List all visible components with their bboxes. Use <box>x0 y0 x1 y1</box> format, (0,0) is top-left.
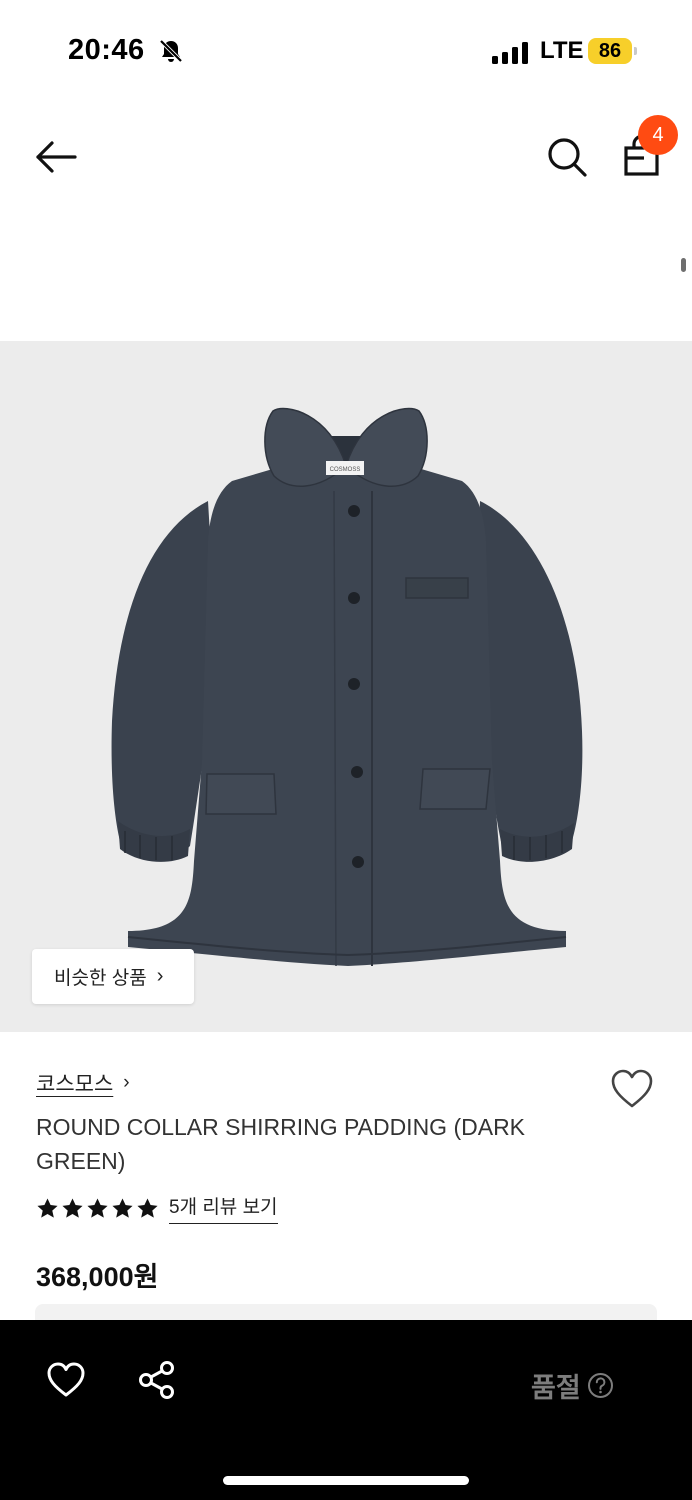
star-icon <box>62 1197 83 1218</box>
jacket-label: COSMOSS <box>330 467 361 473</box>
bottom-action-bar: 품절 <box>0 1320 692 1500</box>
home-indicator <box>223 1476 469 1485</box>
battery-level: 86 <box>598 40 622 62</box>
scroll-indicator <box>681 258 686 272</box>
similar-products-button[interactable]: 비슷한 상품 › <box>32 949 194 1004</box>
brand-name: 코스모스 <box>36 1073 114 1096</box>
search-icon[interactable] <box>545 135 589 179</box>
chevron-right-icon: › <box>123 1072 130 1093</box>
product-price: 368,000원 <box>36 1262 159 1292</box>
soldout-label: 품절 <box>531 1373 581 1403</box>
jacket-image: COSMOSS <box>111 407 583 967</box>
heart-icon[interactable] <box>609 1068 655 1110</box>
signal-icon <box>492 42 528 64</box>
network-type: LTE <box>540 37 584 64</box>
status-time: 20:46 <box>68 34 145 66</box>
share-icon[interactable] <box>137 1360 177 1400</box>
top-nav <box>0 100 692 210</box>
soldout-status: 품절 <box>531 1366 614 1405</box>
star-icon <box>37 1197 58 1218</box>
star-icon <box>137 1197 158 1218</box>
product-title: ROUND COLLAR SHIRRING PADDING (DARK GREE… <box>36 1114 526 1174</box>
heart-icon[interactable] <box>46 1360 86 1400</box>
back-arrow-icon[interactable] <box>30 135 80 179</box>
rating-row: 5개 리뷰 보기 <box>36 1192 278 1224</box>
review-link[interactable]: 5개 리뷰 보기 <box>169 1192 278 1224</box>
star-rating <box>36 1197 159 1220</box>
similar-products-label: 비슷한 상품 <box>54 968 147 989</box>
star-icon <box>87 1197 108 1218</box>
cart-count-badge: 4 <box>638 115 678 155</box>
brand-link[interactable]: 코스모스 › <box>36 1068 130 1098</box>
status-bar: 20:46 LTE 86 <box>0 0 692 100</box>
battery-icon: 86 <box>588 38 637 64</box>
chevron-right-icon: › <box>156 965 164 987</box>
bell-off-icon <box>159 39 183 63</box>
star-icon <box>112 1197 133 1218</box>
help-icon[interactable] <box>587 1372 614 1399</box>
product-image[interactable]: COSMOSS 비슷한 상품 › <box>0 341 692 1032</box>
